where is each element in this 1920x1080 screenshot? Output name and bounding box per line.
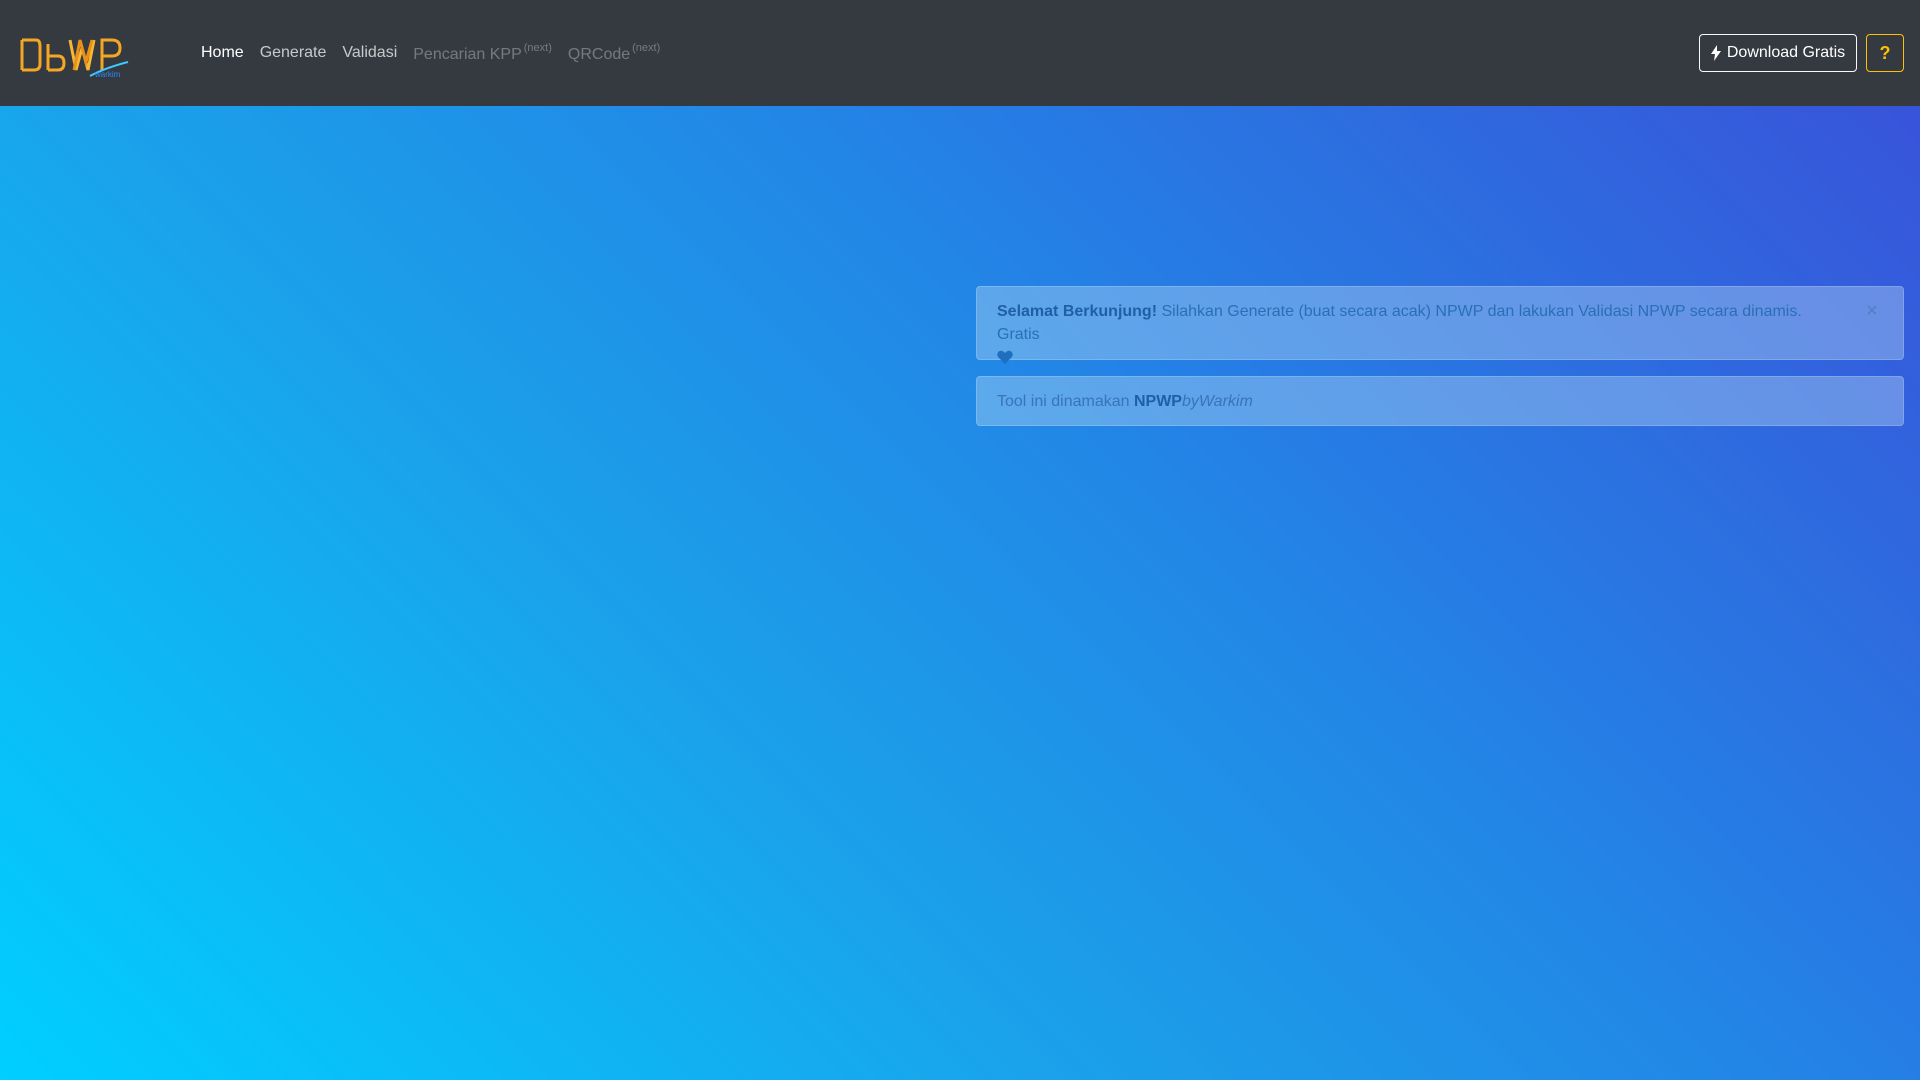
heart-icon xyxy=(997,350,1013,364)
nav-qrcode: QRCode (next) xyxy=(568,42,660,64)
nav-home[interactable]: Home xyxy=(201,44,244,62)
info-alert-prefix: Tool ini dinamakan xyxy=(997,393,1134,410)
nav-validasi[interactable]: Validasi xyxy=(342,44,397,62)
svg-text:warkim: warkim xyxy=(94,70,121,78)
nav-pencarian-kpp-label: Pencarian KPP xyxy=(413,46,522,63)
info-alert-author: byWarkim xyxy=(1181,393,1253,410)
welcome-alert: Selamat Berkunjung! Silahkan Generate (b… xyxy=(976,286,1904,364)
main-nav: Home Generate Validasi Pencarian KPP (nex… xyxy=(201,0,660,106)
npwp-logo-icon: warkim xyxy=(20,38,129,79)
top-navbar: warkim Home Generate Validasi Pencarian … xyxy=(0,0,1920,106)
nav-qrcode-badge: (next) xyxy=(632,42,661,54)
info-alert-brand: NPWP xyxy=(1133,393,1182,410)
info-alert: Tool ini dinamakan NPWPbyWarkim xyxy=(976,376,1904,426)
nav-pencarian-kpp-badge: (next) xyxy=(523,42,552,54)
close-icon[interactable]: × xyxy=(1863,301,1881,321)
download-button[interactable]: Download Gratis xyxy=(1699,34,1857,72)
nav-generate[interactable]: Generate xyxy=(260,44,327,62)
bolt-icon xyxy=(1710,45,1721,61)
welcome-alert-title: Selamat Berkunjung! xyxy=(997,303,1158,320)
nav-qrcode-label: QRCode xyxy=(567,46,631,63)
download-button-label: Download Gratis xyxy=(1726,44,1846,61)
help-button[interactable]: ? xyxy=(1866,34,1904,72)
nav-pencarian-kpp: Pencarian KPP (next) xyxy=(413,42,552,64)
brand-logo[interactable]: warkim xyxy=(20,30,130,79)
help-icon: ? xyxy=(1879,42,1891,63)
